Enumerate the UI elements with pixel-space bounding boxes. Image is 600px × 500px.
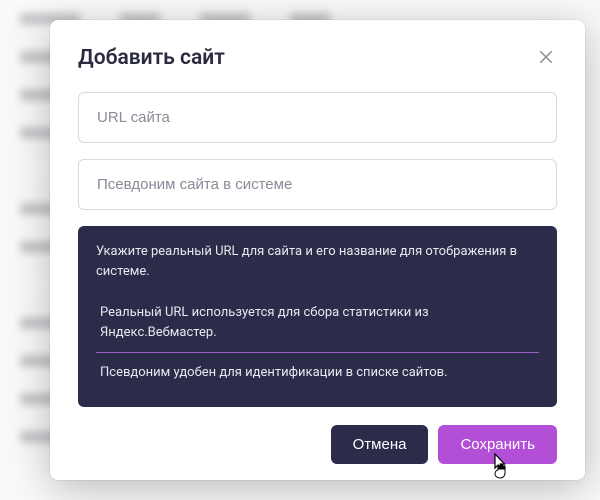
info-sub-text-2: Псевдоним удобен для идентификации в спи… [96,352,539,393]
close-icon [537,48,555,66]
site-url-input[interactable] [78,92,557,143]
modal-footer: Отмена Сохранить [78,425,557,464]
cancel-button[interactable]: Отмена [331,425,429,464]
info-box: Укажите реальный URL для сайта и его наз… [78,226,557,407]
add-site-modal: Добавить сайт Укажите реальный URL для с… [50,20,585,480]
close-button[interactable] [535,46,557,68]
modal-title: Добавить сайт [78,46,225,70]
info-sub-text-1: Реальный URL используется для сбора стат… [96,293,539,352]
site-alias-input[interactable] [78,159,557,210]
modal-header: Добавить сайт [78,46,557,70]
save-button[interactable]: Сохранить [438,425,557,464]
info-main-text: Укажите реальный URL для сайта и его наз… [96,242,539,281]
